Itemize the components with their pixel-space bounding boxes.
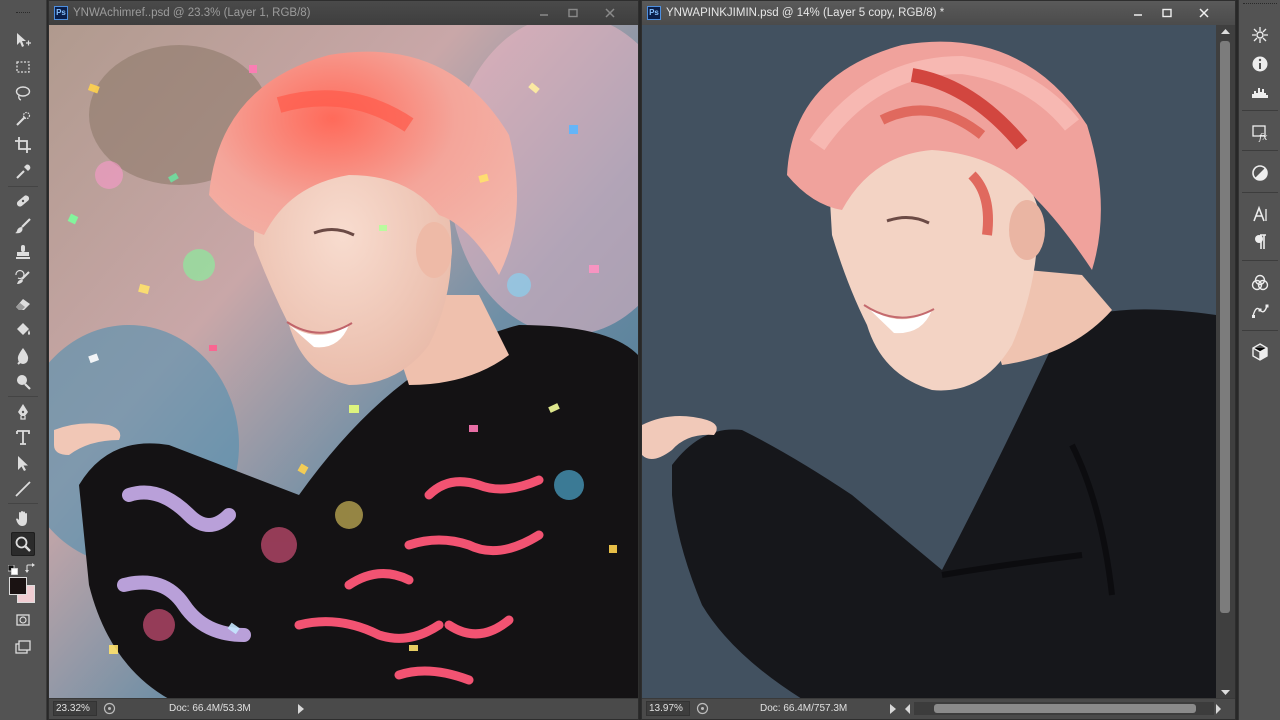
status-menu-arrow-icon[interactable] <box>890 704 896 714</box>
histogram-icon[interactable] <box>1247 81 1273 103</box>
clone-stamp-icon[interactable] <box>11 240 35 264</box>
photoshop-logo-icon: Ps <box>54 6 68 20</box>
scroll-left-icon[interactable] <box>905 704 910 714</box>
path-selection-icon[interactable] <box>11 451 35 475</box>
document-window-painting[interactable]: Ps YNWAPINKJIMIN.psd @ 14% (Layer 5 copy… <box>641 0 1236 720</box>
scroll-down-icon[interactable] <box>1216 685 1235 699</box>
zoom-level-field[interactable]: 13.97% <box>646 701 690 716</box>
lasso-icon[interactable] <box>11 81 35 105</box>
status-menu-arrow-icon[interactable] <box>298 704 304 714</box>
tools-panel-grip[interactable] <box>6 6 40 20</box>
info-icon[interactable] <box>1247 53 1273 75</box>
scroll-up-icon[interactable] <box>1216 25 1235 39</box>
adjustments-icon[interactable] <box>1247 162 1273 184</box>
rectangular-marquee-icon[interactable] <box>11 55 35 79</box>
document-size-info: Doc: 66.4M/53.3M <box>169 703 251 714</box>
foreground-color-swatch[interactable] <box>9 577 27 595</box>
status-info-icon[interactable] <box>696 702 709 715</box>
document-window-reference[interactable]: Ps YNWAchimref..psd @ 23.3% (Layer 1, RG… <box>48 0 639 720</box>
pen-icon[interactable] <box>11 399 35 423</box>
close-button[interactable] <box>598 4 622 22</box>
3d-icon[interactable] <box>1247 341 1273 363</box>
horizontal-scrollbar[interactable] <box>914 702 1214 715</box>
minimize-button[interactable] <box>1126 4 1150 22</box>
history-brush-icon[interactable] <box>11 266 35 290</box>
scroll-right-icon[interactable] <box>1216 704 1221 714</box>
paragraph-icon[interactable] <box>1247 231 1273 253</box>
document-title: YNWAchimref..psd @ 23.3% (Layer 1, RGB/8… <box>73 7 311 19</box>
reference-photo <box>49 25 638 699</box>
close-button[interactable] <box>1192 4 1216 22</box>
photoshop-logo-icon: Ps <box>647 6 661 20</box>
styles-icon[interactable]: fx <box>1247 122 1273 144</box>
eraser-icon[interactable] <box>11 292 35 316</box>
tools-panel <box>0 0 47 720</box>
document-titlebar[interactable]: Ps YNWAPINKJIMIN.psd @ 14% (Layer 5 copy… <box>642 1 1235 25</box>
crop-icon[interactable] <box>11 133 35 157</box>
document-titlebar[interactable]: Ps YNWAchimref..psd @ 23.3% (Layer 1, RG… <box>49 1 638 25</box>
hand-icon[interactable] <box>11 506 35 530</box>
quick-mask-icon[interactable] <box>11 608 35 632</box>
type-icon[interactable] <box>11 425 35 449</box>
channels-icon[interactable] <box>1247 272 1273 294</box>
zoom-icon[interactable] <box>11 532 35 556</box>
svg-text:fx: fx <box>1258 133 1267 142</box>
maximize-button[interactable] <box>561 4 585 22</box>
navigator-icon[interactable] <box>1247 24 1273 46</box>
status-info-icon[interactable] <box>103 702 116 715</box>
vertical-scroll-thumb[interactable] <box>1220 41 1230 613</box>
paint-bucket-icon[interactable] <box>11 318 35 342</box>
zoom-level-field[interactable]: 23.32% <box>53 701 97 716</box>
document-size-info: Doc: 66.4M/757.3M <box>760 703 848 714</box>
healing-brush-icon[interactable] <box>11 189 35 213</box>
swap-colors-icon[interactable] <box>25 561 36 573</box>
eyedropper-icon[interactable] <box>11 160 35 184</box>
dodge-icon[interactable] <box>11 370 35 394</box>
quick-selection-icon[interactable] <box>11 107 35 131</box>
document-statusbar: 23.32% Doc: 66.4M/53.3M <box>49 698 638 719</box>
panels-dock-grip[interactable] <box>1243 3 1277 12</box>
line-icon[interactable] <box>11 477 35 501</box>
default-colors-icon[interactable] <box>7 562 18 575</box>
document-canvas[interactable] <box>49 25 638 699</box>
brush-icon[interactable] <box>11 214 35 238</box>
panels-dock: fx <box>1238 0 1280 720</box>
screen-mode-icon[interactable] <box>11 636 35 660</box>
document-statusbar: 13.97% Doc: 66.4M/757.3M <box>642 698 1235 719</box>
document-canvas[interactable] <box>642 25 1216 699</box>
character-icon[interactable] <box>1247 203 1273 225</box>
vertical-scrollbar[interactable] <box>1216 25 1235 699</box>
horizontal-scroll-thumb[interactable] <box>934 704 1196 713</box>
digital-painting <box>642 25 1216 699</box>
document-title: YNWAPINKJIMIN.psd @ 14% (Layer 5 copy, R… <box>666 7 945 19</box>
move-tool-icon[interactable] <box>11 28 35 52</box>
minimize-button[interactable] <box>532 4 556 22</box>
blur-icon[interactable] <box>11 344 35 368</box>
maximize-button[interactable] <box>1155 4 1179 22</box>
paths-icon[interactable] <box>1247 300 1273 322</box>
